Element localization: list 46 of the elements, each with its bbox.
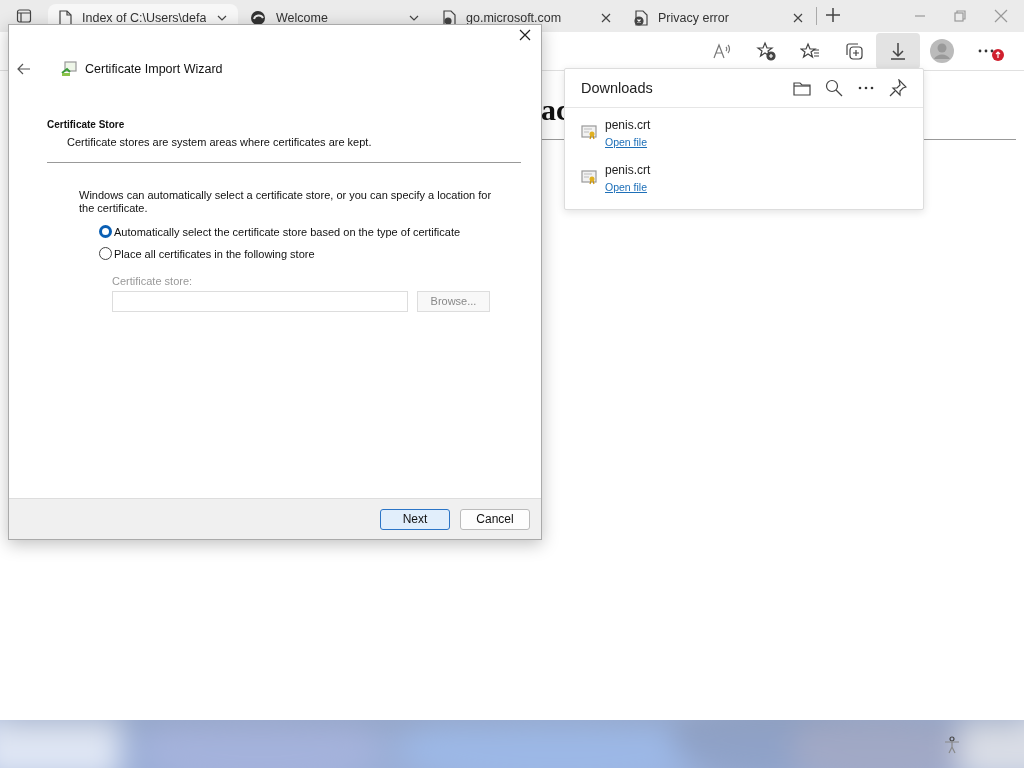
next-button[interactable]: Next	[380, 508, 450, 530]
file-name: penis.crt	[605, 163, 651, 177]
accessibility-icon[interactable]	[943, 736, 961, 754]
radio-button[interactable]	[99, 225, 112, 238]
dialog-title: Certificate Import Wizard	[85, 62, 223, 76]
close-icon	[792, 12, 804, 24]
section-description: Certificate stores are system areas where certificates are kept.	[67, 136, 373, 148]
more-icon[interactable]	[977, 48, 995, 54]
search-icon[interactable]	[825, 79, 843, 97]
open-file-link[interactable]: Open file	[605, 181, 648, 193]
intro-text: Windows can automatically select a certificate store, or you can specify a location for the certificate.	[79, 189, 493, 215]
tab-actions-icon[interactable]	[16, 8, 32, 24]
back-arrow-icon[interactable]	[17, 63, 31, 75]
option-label: Place all certificates in the following store	[114, 247, 315, 260]
document-icon	[442, 10, 456, 26]
swirl-icon	[250, 10, 266, 26]
file-name: penis.crt	[605, 118, 651, 132]
collections-icon[interactable]	[844, 41, 864, 61]
certificate-wizard-icon	[61, 61, 77, 77]
read-aloud-icon[interactable]	[712, 42, 732, 60]
certificate-file-icon	[581, 124, 597, 140]
open-file-link[interactable]: Open file	[605, 136, 648, 148]
radio-button[interactable]	[99, 247, 112, 260]
field-label: Certificate store:	[112, 275, 193, 287]
browser-tab[interactable]: go.microsoft.com	[432, 4, 622, 32]
download-icon	[889, 41, 907, 61]
new-tab-icon[interactable]	[825, 6, 841, 23]
star-plus-icon[interactable]	[756, 41, 776, 61]
panel-title: Downloads	[581, 80, 653, 96]
download-button[interactable]	[876, 33, 920, 69]
favorites-icon[interactable]	[800, 42, 820, 60]
certificate-file-icon	[581, 169, 597, 185]
avatar-icon[interactable]	[930, 39, 954, 63]
cancel-button[interactable]: Cancel	[460, 508, 530, 530]
browser-tab[interactable]: Privacy error	[624, 4, 814, 32]
pin-icon[interactable]	[889, 79, 907, 97]
more-icon[interactable]	[857, 85, 875, 91]
certificate-store-field[interactable]	[112, 291, 408, 312]
close-icon	[600, 12, 612, 24]
close-icon[interactable]	[519, 29, 531, 41]
update-badge-icon	[992, 49, 1004, 61]
document-icon	[634, 10, 648, 26]
folder-icon[interactable]	[793, 80, 811, 96]
document-icon	[58, 10, 72, 26]
option-label: Automatically select the certificate store based on the type of certificate	[114, 225, 461, 238]
section-title: Certificate Store	[47, 119, 126, 130]
